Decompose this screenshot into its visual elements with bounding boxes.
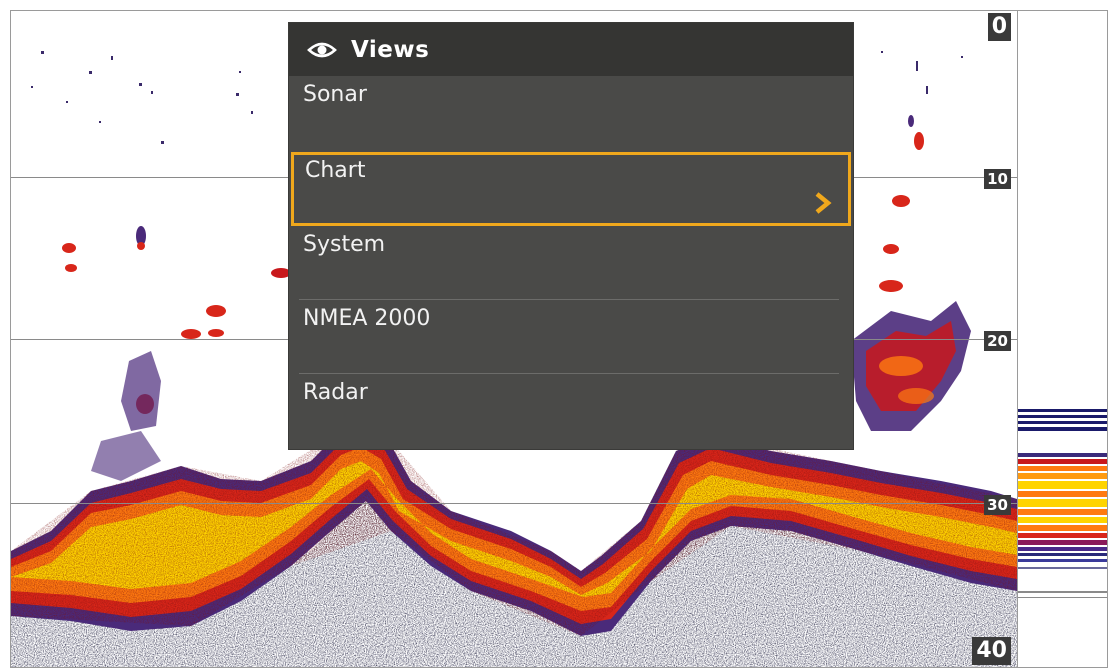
- depth-label-10: 10: [984, 169, 1011, 189]
- menu-item-label: Sonar: [303, 82, 367, 107]
- flasher-band: [1018, 591, 1107, 593]
- flasher-band: [1018, 559, 1107, 562]
- depth-label-20: 20: [984, 331, 1011, 351]
- eye-icon: [307, 40, 337, 60]
- menu-item-radar[interactable]: Radar: [289, 374, 853, 448]
- menu-item-label: Radar: [303, 380, 368, 405]
- flasher-band: [1018, 553, 1107, 556]
- fish-school-right: [851, 115, 971, 431]
- flasher-band: [1018, 427, 1107, 431]
- menu-item-nmea-2000[interactable]: NMEA 2000: [289, 300, 853, 374]
- menu-item-label: NMEA 2000: [303, 306, 431, 331]
- flasher-band: [1018, 547, 1107, 551]
- views-menu-title: Views: [351, 36, 430, 63]
- depth-label-40: 40: [972, 637, 1011, 665]
- flasher-band: [1018, 509, 1107, 515]
- depth-label-0: 0: [987, 13, 1011, 41]
- flasher-band: [1018, 540, 1107, 545]
- menu-item-sonar[interactable]: Sonar: [289, 76, 853, 150]
- flasher-bar: [1017, 11, 1107, 667]
- sonar-display-screen: 0 10 20 30 40 Views Sonar Chart System N…: [10, 10, 1108, 668]
- menu-item-chart[interactable]: Chart: [291, 152, 851, 226]
- menu-item-label: System: [303, 232, 386, 257]
- depth-gridline-30: [11, 503, 1017, 504]
- flasher-band: [1018, 421, 1107, 424]
- views-menu-header: Views: [289, 23, 853, 76]
- menu-item-system[interactable]: System: [289, 226, 853, 300]
- flasher-band: [1018, 459, 1107, 464]
- flasher-band: [1018, 567, 1107, 569]
- flasher-band: [1018, 525, 1107, 531]
- flasher-band: [1018, 453, 1107, 457]
- flasher-band: [1018, 491, 1107, 497]
- flasher-band: [1018, 533, 1107, 538]
- flasher-band: [1018, 517, 1107, 523]
- flasher-band: [1018, 597, 1107, 598]
- flasher-band: [1018, 473, 1107, 479]
- fish-left: [62, 226, 291, 481]
- chevron-right-icon: [812, 189, 834, 217]
- flasher-band: [1018, 409, 1107, 412]
- flasher-band: [1018, 481, 1107, 489]
- flasher-band: [1018, 415, 1107, 418]
- views-menu: Views Sonar Chart System NMEA 2000 Radar: [289, 23, 853, 449]
- menu-item-label: Chart: [305, 158, 366, 183]
- depth-label-30: 30: [984, 495, 1011, 515]
- flasher-band: [1018, 499, 1107, 507]
- flasher-band: [1018, 466, 1107, 471]
